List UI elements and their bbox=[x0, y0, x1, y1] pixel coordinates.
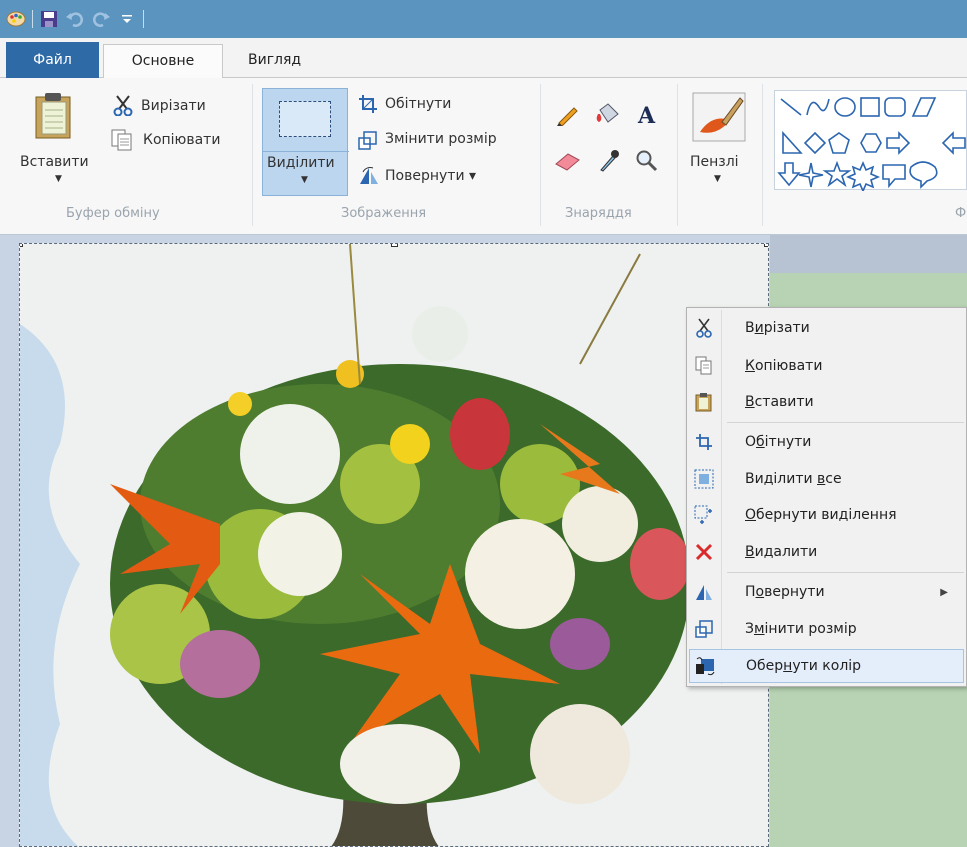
paint-icon[interactable] bbox=[6, 9, 26, 29]
invert-color-icon bbox=[690, 651, 720, 681]
group-divider bbox=[252, 84, 253, 226]
scissors-icon bbox=[689, 313, 719, 343]
group-divider bbox=[762, 84, 763, 226]
quick-access-toolbar bbox=[0, 0, 967, 38]
menu-item-cut[interactable]: Вирізати bbox=[689, 311, 964, 345]
tab-home[interactable]: Основне bbox=[103, 44, 223, 79]
ribbon-tabs: Файл Основне Вигляд bbox=[0, 38, 967, 79]
bouquet-image bbox=[20, 244, 768, 846]
copy-button[interactable]: Копіювати bbox=[143, 132, 220, 148]
rotate-icon bbox=[689, 577, 719, 607]
crop-icon bbox=[358, 94, 378, 118]
undo-icon[interactable] bbox=[65, 9, 85, 29]
menu-item-label: Вирізати bbox=[745, 320, 810, 336]
scissors-icon bbox=[113, 94, 133, 120]
paste-button[interactable]: Вставити bbox=[20, 154, 89, 170]
shapes-gallery[interactable] bbox=[774, 90, 967, 194]
menu-item-invert-selection[interactable]: Обернути виділення bbox=[689, 498, 964, 532]
menu-item-label: Копіювати bbox=[745, 358, 823, 374]
text-icon[interactable]: A bbox=[636, 102, 660, 130]
menu-item-select-all[interactable]: Виділити все bbox=[689, 462, 964, 496]
menu-item-label: Змінити розмір bbox=[745, 621, 857, 637]
paste-icon bbox=[689, 387, 719, 417]
resize-icon bbox=[358, 130, 378, 154]
menu-item-resize[interactable]: Змінити розмір bbox=[689, 612, 964, 646]
image-canvas[interactable] bbox=[19, 243, 769, 847]
menu-item-delete[interactable]: Видалити bbox=[689, 535, 964, 569]
menu-item-rotate[interactable]: Повернути ▶ bbox=[689, 575, 964, 609]
copy-icon bbox=[689, 351, 719, 381]
brushes-button[interactable]: Пензлі bbox=[690, 154, 739, 170]
delete-icon bbox=[689, 537, 719, 567]
group-label-image: Зображення bbox=[341, 206, 427, 221]
menu-item-invert-color[interactable]: Обернути колір bbox=[689, 649, 964, 683]
group-label-shapes: Ф bbox=[955, 206, 967, 221]
context-menu: Вирізати Копіювати Вставити Обітнути Вид… bbox=[686, 307, 967, 687]
menu-item-label: Видалити bbox=[745, 544, 818, 560]
magnifier-icon[interactable] bbox=[634, 148, 658, 176]
menu-item-crop[interactable]: Обітнути bbox=[689, 425, 964, 459]
resize-icon bbox=[689, 614, 719, 644]
group-divider bbox=[677, 84, 678, 226]
brushes-icon[interactable] bbox=[692, 92, 746, 146]
group-label-clipboard: Буфер обміну bbox=[66, 206, 160, 221]
tab-file[interactable]: Файл bbox=[6, 42, 99, 78]
menu-item-label: Обернути виділення bbox=[745, 507, 897, 523]
menu-item-label: Обітнути bbox=[745, 434, 812, 450]
submenu-arrow-icon: ▶ bbox=[940, 586, 948, 598]
menu-item-label: Виділити все bbox=[745, 471, 842, 487]
select-dropdown-icon: ▼ bbox=[301, 175, 308, 185]
save-icon[interactable] bbox=[39, 9, 59, 29]
tab-view[interactable]: Вигляд bbox=[236, 44, 326, 78]
shapes-icons bbox=[777, 97, 966, 194]
crop-icon bbox=[689, 427, 719, 457]
menu-item-label: Повернути bbox=[745, 584, 825, 600]
resize-button[interactable]: Змінити розмір bbox=[385, 131, 497, 147]
select-button-label: Виділити bbox=[267, 155, 335, 171]
menu-item-label: Обернути колір bbox=[746, 658, 862, 674]
menu-item-paste[interactable]: Вставити bbox=[689, 385, 964, 419]
copy-icon bbox=[110, 128, 134, 156]
fill-icon[interactable] bbox=[594, 102, 622, 130]
ribbon: Вставити ▼ Вирізати Копіювати Буфер обмі… bbox=[0, 78, 967, 235]
qat-separator bbox=[32, 10, 33, 28]
select-button[interactable]: Виділити ▼ bbox=[262, 88, 349, 196]
menu-item-label: Вставити bbox=[745, 394, 814, 410]
group-divider bbox=[540, 84, 541, 226]
cut-button[interactable]: Вирізати bbox=[141, 98, 206, 114]
rotate-button[interactable]: Повернути ▾ bbox=[385, 168, 476, 184]
background-strip bbox=[770, 235, 967, 273]
svg-text:A: A bbox=[637, 103, 656, 126]
invert-selection-icon bbox=[689, 500, 719, 530]
customize-icon[interactable] bbox=[117, 9, 137, 29]
paste-dropdown-icon[interactable]: ▼ bbox=[55, 174, 62, 184]
eraser-icon[interactable] bbox=[554, 150, 582, 176]
redo-icon[interactable] bbox=[91, 9, 111, 29]
menu-item-copy[interactable]: Копіювати bbox=[689, 349, 964, 383]
selection-rect-icon bbox=[279, 101, 331, 137]
pencil-icon[interactable] bbox=[556, 104, 580, 130]
rotate-icon bbox=[358, 166, 380, 190]
paste-icon[interactable] bbox=[34, 92, 74, 144]
select-all-icon bbox=[689, 464, 719, 494]
brushes-dropdown-icon[interactable]: ▼ bbox=[714, 174, 721, 184]
group-label-tools: Знаряддя bbox=[565, 206, 632, 221]
qat-separator bbox=[143, 10, 144, 28]
color-picker-icon[interactable] bbox=[598, 148, 620, 176]
crop-button[interactable]: Обітнути bbox=[385, 96, 451, 112]
